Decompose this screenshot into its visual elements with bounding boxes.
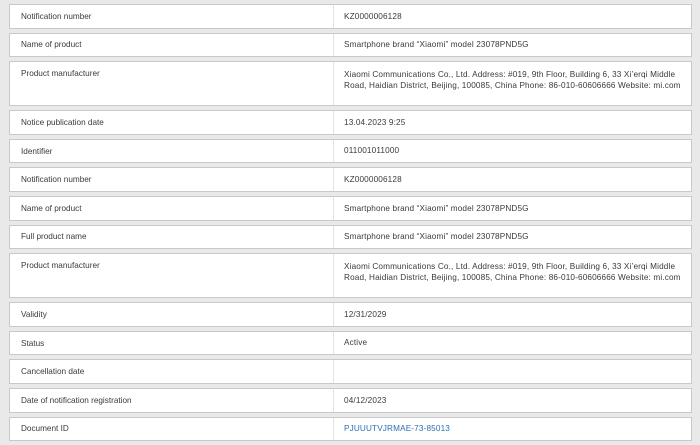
row-notification-number: Notification number KZ0000006128 bbox=[9, 4, 692, 29]
field-value: 13.04.2023 9:25 bbox=[344, 117, 406, 127]
row-cancellation-date: Cancellation date bbox=[9, 359, 692, 384]
field-value: Smartphone brand “Xiaomi” model 23078PND… bbox=[344, 40, 529, 50]
field-value: Xiaomi Communications Co., Ltd. Address:… bbox=[344, 70, 681, 91]
field-value: KZ0000006128 bbox=[344, 11, 402, 21]
row-product-manufacturer-2: Product manufacturer Xiaomi Communicatio… bbox=[9, 253, 692, 299]
field-value: 011001011000 bbox=[344, 146, 400, 156]
row-document-id: Document ID PJUUUTVJRMAE-73-85013 bbox=[9, 416, 692, 442]
field-value: Xiaomi Communications Co., Ltd. Address:… bbox=[344, 262, 681, 283]
row-identifier: Identifier 011001011000 bbox=[9, 138, 692, 164]
field-label: Name of product bbox=[10, 196, 334, 220]
field-label: Product manufacturer bbox=[10, 62, 334, 106]
field-label: Validity bbox=[10, 303, 334, 326]
row-status: Status Active bbox=[9, 330, 692, 356]
row-notification-number-2: Notification number KZ0000006128 bbox=[9, 167, 692, 192]
status-value: Active bbox=[344, 338, 368, 348]
document-id-link[interactable]: PJUUUTVJRMAE-73-85013 bbox=[334, 423, 691, 434]
field-label: Document ID bbox=[10, 417, 334, 441]
row-date-of-notification-registration: Date of notification registration 04/12/… bbox=[9, 387, 692, 413]
row-product-manufacturer: Product manufacturer Xiaomi Communicatio… bbox=[9, 61, 692, 107]
row-validity: Validity 12/31/2029 bbox=[9, 302, 692, 327]
field-label: Product manufacturer bbox=[10, 254, 334, 298]
field-label: Name of product bbox=[10, 33, 334, 57]
row-notice-publication-date: Notice publication date 13.04.2023 9:25 bbox=[9, 110, 692, 135]
field-label: Notification number bbox=[10, 5, 334, 28]
field-label: Date of notification registration bbox=[10, 388, 334, 412]
field-value: 12/31/2029 bbox=[344, 309, 387, 319]
row-name-of-product-2: Name of product Smartphone brand “Xiaomi… bbox=[9, 195, 692, 221]
field-label: Notification number bbox=[10, 168, 334, 191]
field-value: Smartphone brand “Xiaomi” model 23078PND… bbox=[344, 232, 529, 242]
field-value: Smartphone brand “Xiaomi” model 23078PND… bbox=[344, 203, 529, 213]
field-value: 04/12/2023 bbox=[344, 395, 387, 405]
field-value: KZ0000006128 bbox=[344, 175, 402, 185]
notification-details-table: Notification number KZ0000006128 Name of… bbox=[9, 4, 692, 445]
field-label: Notice publication date bbox=[10, 111, 334, 134]
row-full-product-name: Full product name Smartphone brand “Xiao… bbox=[9, 224, 692, 250]
field-label: Cancellation date bbox=[10, 360, 334, 383]
row-name-of-product: Name of product Smartphone brand “Xiaomi… bbox=[9, 32, 692, 58]
field-label: Identifier bbox=[10, 139, 334, 163]
field-label: Status bbox=[10, 331, 334, 355]
field-label: Full product name bbox=[10, 225, 334, 249]
